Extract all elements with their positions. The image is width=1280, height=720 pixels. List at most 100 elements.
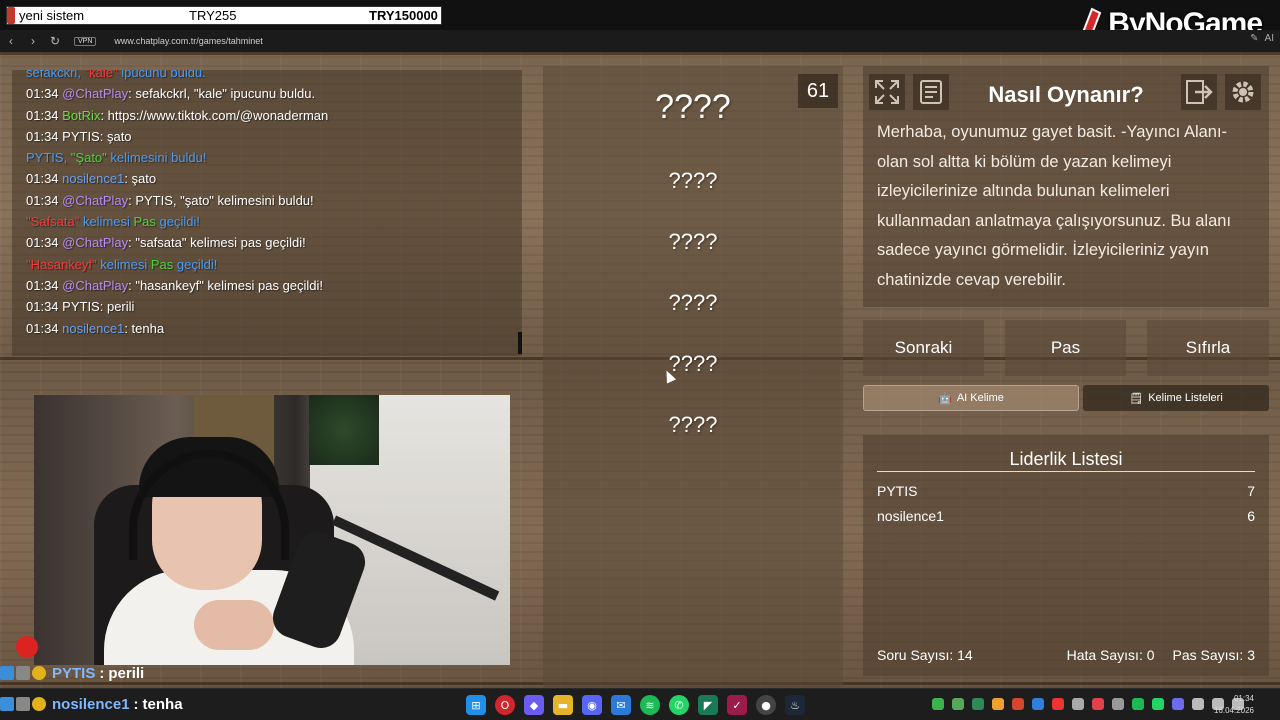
list-icon: 🗒	[1129, 392, 1144, 405]
ai-label[interactable]: AI	[1265, 33, 1274, 44]
chat-segment: "Safsata"	[26, 214, 80, 230]
chat-segment: @ChatPlay	[62, 86, 129, 102]
steam-icon[interactable]: ♨	[785, 695, 805, 715]
chat-segment: 01:34	[26, 320, 63, 336]
tray-icon[interactable]	[972, 698, 984, 710]
chat-segment: : https://www.tiktok.com/@wonaderman	[100, 107, 329, 123]
chat-segment: BotRix	[62, 107, 101, 123]
word-lists-label: Kelime Listeleri	[1148, 392, 1223, 404]
overlay-chat-separator: :	[99, 664, 105, 682]
whatsapp-icon[interactable]: ✆	[669, 695, 689, 715]
folder-icon[interactable]: ▬	[553, 695, 573, 715]
chat-message: 01:34 @ChatPlay: sefakckrl, "kale" ipucu…	[26, 83, 522, 104]
chat-segment: PYTIS,	[26, 150, 71, 166]
overlay-chat-separator: :	[133, 695, 139, 713]
chat-segment: geçildi!	[155, 214, 200, 230]
tray-icon[interactable]	[1132, 698, 1144, 710]
target-word: ????	[655, 88, 731, 126]
browser-tools: ✎ AI	[1250, 33, 1274, 44]
tray-icon[interactable]	[1032, 698, 1044, 710]
address-bar[interactable]: www.chatplay.com.tr/games/tahminet	[114, 36, 262, 46]
mail-icon[interactable]: ✉	[611, 695, 631, 715]
edit-icon[interactable]: ✎	[1250, 33, 1258, 44]
error-count: Hata Sayısı: 0	[1066, 647, 1155, 663]
chat-message: 01:34 PYTIS: perili	[26, 296, 522, 317]
tray-icon[interactable]	[952, 698, 964, 710]
chat-segment: @ChatPlay	[62, 235, 129, 251]
chat-segment: "Şato"	[70, 150, 107, 166]
badge-icon	[0, 666, 14, 680]
overlay-chat-message: perili	[108, 664, 145, 682]
plank-line	[0, 52, 1280, 55]
forbidden-word: ????	[668, 168, 718, 193]
tray-icon[interactable]	[1092, 698, 1104, 710]
chat-segment: : tenha	[124, 320, 165, 336]
word-panel: 61 ???? ???? ???? ???? ???? ????	[543, 66, 843, 720]
ai-word-label: AI Kelime	[956, 392, 1004, 404]
obs-icon[interactable]: ●	[756, 695, 776, 715]
chat-segment: PYTIS	[62, 299, 100, 315]
chat-segment: 01:34	[26, 107, 63, 123]
system-tray	[932, 698, 1244, 710]
how-to-play-panel: Nasıl Oynanır? Merhaba, oyunumuz gayet b…	[863, 66, 1269, 307]
overlay-red-dot-icon	[16, 636, 38, 658]
discord-icon[interactable]: ◉	[582, 695, 602, 715]
forbidden-word: ????	[668, 351, 718, 376]
chat-segment: : "safsata" kelimesi pas geçildi!	[128, 235, 306, 251]
badge-icon	[0, 697, 14, 711]
tray-icon[interactable]	[1012, 698, 1024, 710]
tray-icon[interactable]	[1072, 698, 1084, 710]
badge-icon	[32, 666, 46, 680]
chat-message: "Hasankeyf" kelimesi Pas geçildi!	[26, 254, 522, 275]
copilot-icon[interactable]: ◆	[524, 695, 544, 715]
chat-message: 01:34 @ChatPlay: "safsata" kelimesi pas …	[26, 232, 522, 253]
taskbar-clock[interactable]: 01:34 16.04.2026	[1214, 693, 1254, 717]
opera-icon[interactable]: O	[495, 695, 515, 715]
chat-segment: "kale"	[84, 70, 118, 80]
chat-segment: sefakckrl,	[26, 70, 85, 80]
reset-button[interactable]: Sıfırla	[1147, 320, 1269, 376]
donation-amount: TRY255	[189, 8, 237, 23]
next-button[interactable]: Sonraki	[863, 320, 984, 376]
ai-word-button[interactable]: 🤖 AI Kelime	[863, 385, 1079, 411]
overlay-chat-message: tenha	[142, 695, 183, 713]
chat-segment: Pas	[150, 256, 174, 272]
chat-segment: geçildi!	[173, 256, 218, 272]
chat-segment: @ChatPlay	[62, 277, 129, 293]
media-icon[interactable]: ✓	[727, 695, 747, 715]
tray-icon[interactable]	[1052, 698, 1064, 710]
chat-segment: : şato	[124, 171, 157, 187]
forward-icon[interactable]: ›	[22, 30, 44, 52]
tray-icon[interactable]	[1152, 698, 1164, 710]
leaderboard-title: Liderlik Listesi	[1009, 449, 1123, 469]
pass-button[interactable]: Pas	[1005, 320, 1126, 376]
chat-message: 01:34 BotRix: https://www.tiktok.com/@wo…	[26, 105, 522, 126]
leader-name: PYTIS	[877, 483, 918, 499]
tray-icon[interactable]	[932, 698, 944, 710]
gear-icon[interactable]	[1225, 74, 1261, 110]
reload-icon[interactable]: ↻	[44, 30, 66, 52]
chat-segment: @ChatPlay	[62, 192, 129, 208]
forbidden-word: ????	[668, 290, 718, 315]
tray-icon[interactable]	[1172, 698, 1184, 710]
chat-scrollbar[interactable]	[518, 332, 522, 354]
exit-icon[interactable]	[1181, 74, 1217, 110]
chat-segment: 01:34	[26, 192, 63, 208]
forbidden-word: ????	[668, 412, 718, 437]
chat-message: 01:34 PYTIS: şato	[26, 126, 522, 147]
leaderboard-divider	[877, 471, 1255, 472]
word-lists-button[interactable]: 🗒 Kelime Listeleri	[1083, 385, 1269, 411]
spotify-icon[interactable]: ≋	[640, 695, 660, 715]
forbidden-word: ????	[668, 229, 718, 254]
chat-log: sefakckrl, "kale" ipucunu buldu. 01:34 @C…	[26, 70, 522, 339]
leaderboard-panel: Liderlik Listesi PYTIS 7 nosilence1 6 So…	[863, 435, 1269, 676]
chat-segment: 01:34	[26, 277, 63, 293]
vpn-badge[interactable]: VPN	[74, 36, 97, 46]
back-icon[interactable]: ‹	[0, 30, 22, 52]
tray-icon[interactable]	[1112, 698, 1124, 710]
microphone-icon[interactable]	[1192, 698, 1204, 710]
tray-icon[interactable]	[992, 698, 1004, 710]
start-icon[interactable]: ⊞	[466, 695, 486, 715]
editor-icon[interactable]: ◤	[698, 695, 718, 715]
chat-segment: nosilence1	[62, 320, 125, 336]
